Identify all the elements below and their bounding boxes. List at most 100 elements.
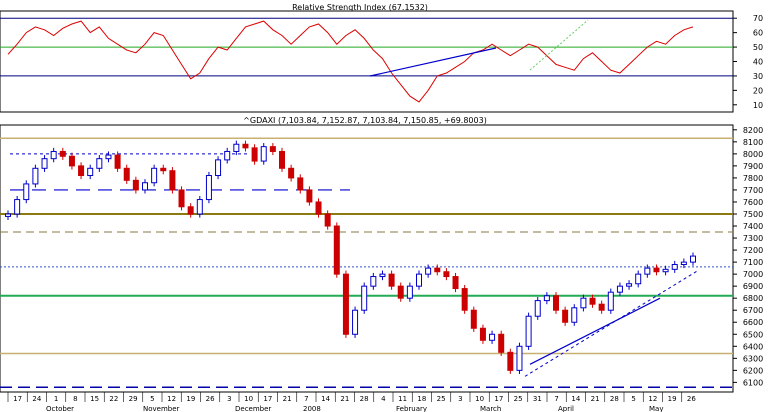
x-day-label: 5 <box>631 395 635 403</box>
rsi-panel: 10 20 30 40 50 60 70 <box>0 10 763 113</box>
x-month-label: March <box>480 405 501 412</box>
candle-body <box>406 285 413 299</box>
candle-body <box>470 309 477 329</box>
candle-body <box>315 201 322 215</box>
rsi-title: Relative Strength Index (67.1532) <box>292 3 428 12</box>
x-day-label: 3 <box>227 395 231 403</box>
candle-body <box>242 143 249 149</box>
x-month-label: December <box>235 405 271 412</box>
price-title: ^GDAXI (7,103.84, 7,152.87, 7,103.84, 7,… <box>243 116 487 125</box>
rsi-tick-label: 60 <box>753 29 763 38</box>
x-day-label: 4 <box>381 395 386 403</box>
x-day-label: 26 <box>206 395 215 403</box>
price-tick-label: 7500 <box>743 210 763 219</box>
candle-body <box>452 276 459 290</box>
candle-body <box>543 295 550 302</box>
x-day-label: 10 <box>244 395 253 403</box>
candle-body <box>388 273 395 287</box>
candle-body <box>635 273 642 285</box>
candle-body <box>78 165 85 177</box>
candle-body <box>361 285 368 311</box>
candle-body <box>333 225 340 275</box>
rsi-tick-label: 30 <box>753 72 763 81</box>
price-tick-label: 7300 <box>743 234 763 243</box>
candle-body <box>443 271 450 278</box>
price-tick-label: 6200 <box>743 366 763 375</box>
x-day-label: 10 <box>475 395 484 403</box>
candle-body <box>160 167 167 172</box>
candle-body <box>260 146 267 162</box>
candle-body <box>68 155 75 167</box>
x-day-label: 28 <box>610 395 619 403</box>
candle-body <box>96 158 103 169</box>
candle-body <box>50 150 57 160</box>
candle-body <box>324 213 331 227</box>
x-day-label: 18 <box>417 395 426 403</box>
x-day-label: 14 <box>571 395 580 403</box>
candle-body <box>178 189 185 208</box>
candle-body <box>41 158 48 169</box>
rsi-tick-label: 70 <box>753 14 763 23</box>
candle-body <box>132 179 139 191</box>
candle-body <box>205 175 212 201</box>
candle-body <box>598 303 605 311</box>
rsi-tick-label: 40 <box>753 58 763 67</box>
candle-body <box>114 154 121 169</box>
candle-body <box>525 315 532 347</box>
candle-body <box>397 285 404 299</box>
candle-body <box>23 183 30 201</box>
candle-body <box>671 264 678 270</box>
x-day-label: 5 <box>150 395 154 403</box>
x-day-label: 21 <box>340 395 349 403</box>
candle-body <box>644 267 651 275</box>
rsi-tick-label: 10 <box>753 101 763 110</box>
price-panel: 6100 6200 6300 6400 6500 6600 6700 6800 6900 7000… <box>0 124 763 393</box>
price-tick-label: 6800 <box>743 294 763 303</box>
candle-body <box>416 273 422 287</box>
price-tick-label: 7600 <box>743 198 763 207</box>
candle-body <box>461 288 468 311</box>
candle-body <box>680 261 687 266</box>
candle-body <box>690 255 696 263</box>
candle-body <box>288 167 295 179</box>
x-day-label: 8 <box>73 395 77 403</box>
x-day-label: 22 <box>109 395 118 403</box>
candle-body <box>607 291 614 311</box>
price-tick-label: 7200 <box>743 246 763 255</box>
candle-body <box>224 150 231 161</box>
price-tick-label: 6300 <box>743 354 763 363</box>
x-day-label: 14 <box>321 395 330 403</box>
candle-body <box>306 189 313 203</box>
price-tick-label: 8100 <box>743 138 763 147</box>
x-day-label: 31 <box>533 395 542 403</box>
candle-body <box>589 297 596 305</box>
candle-body <box>662 268 669 273</box>
candle-body <box>370 276 377 287</box>
x-month-label: February <box>396 405 427 412</box>
candle-body <box>571 307 578 323</box>
price-tick-label: 7900 <box>743 162 763 171</box>
candle-body <box>5 213 11 217</box>
candle-body <box>187 206 194 215</box>
x-month-label: October <box>46 405 74 412</box>
x-day-label: 19 <box>668 395 677 403</box>
candle-body <box>352 309 359 335</box>
x-day-label: 26 <box>687 395 696 403</box>
price-tick-label: 7700 <box>743 186 763 195</box>
x-day-label: 21 <box>591 395 600 403</box>
x-day-label: 12 <box>167 395 176 403</box>
candle-body <box>105 154 112 160</box>
price-tick-label: 8200 <box>743 126 763 135</box>
x-day-label: 25 <box>437 395 446 403</box>
price-tick-label: 8000 <box>743 150 763 159</box>
price-tick-label: 7800 <box>743 174 763 183</box>
x-month-label: April <box>558 405 574 412</box>
candle-body <box>425 267 432 275</box>
candle-body <box>215 159 222 177</box>
candle-body <box>553 295 559 311</box>
x-day-label: 17 <box>13 395 22 403</box>
x-day-label: 11 <box>398 395 407 403</box>
x-day-label: 12 <box>648 395 657 403</box>
x-day-label: 19 <box>186 395 195 403</box>
candle-body <box>32 167 39 185</box>
